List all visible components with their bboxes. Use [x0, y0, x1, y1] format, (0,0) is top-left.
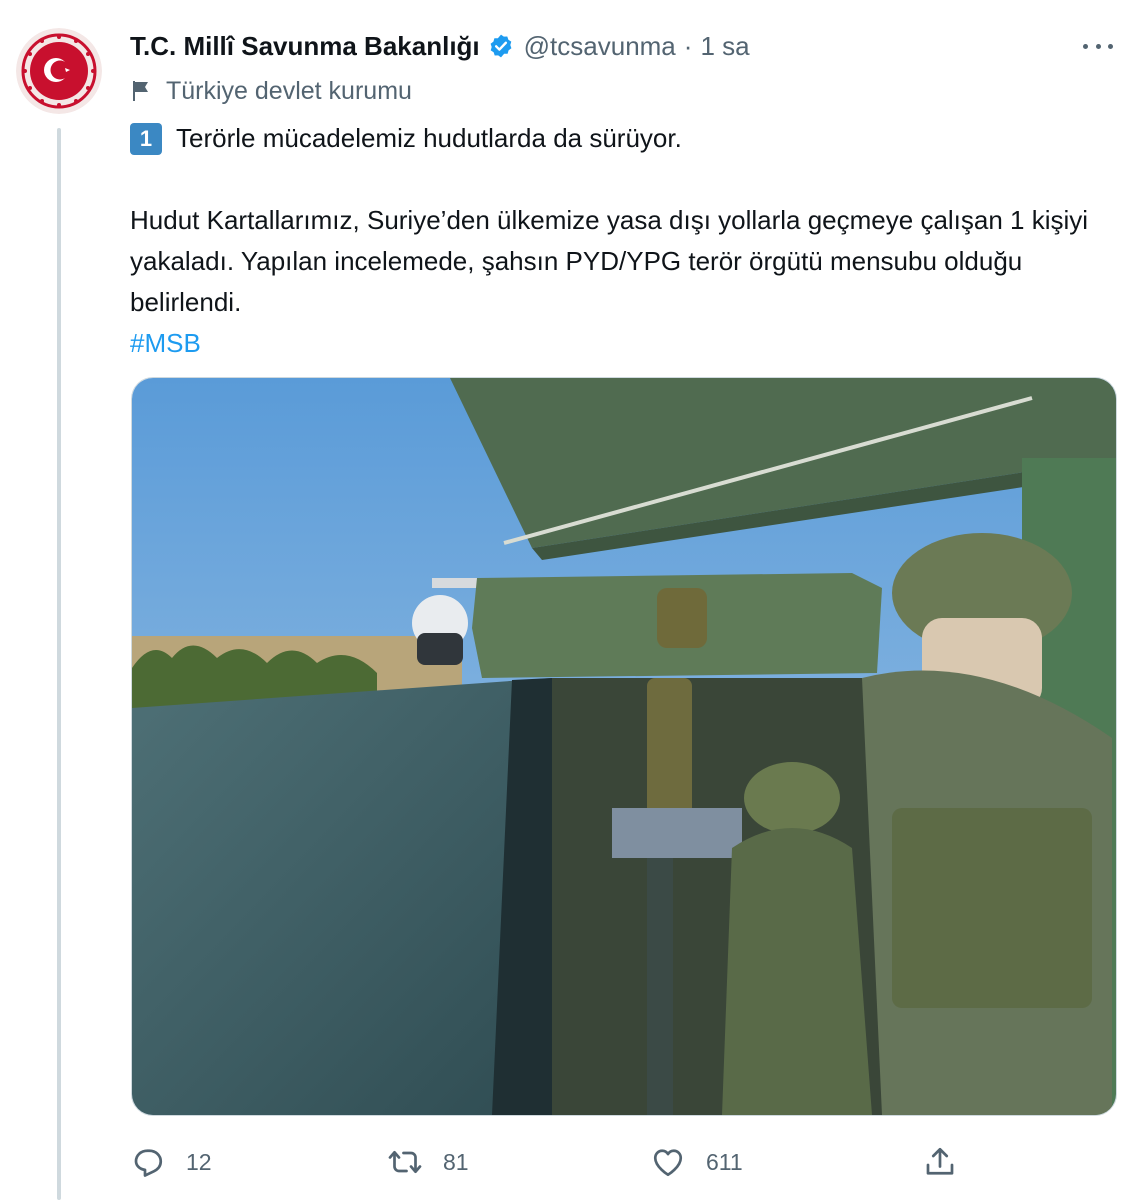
like-count: 611 [706, 1148, 743, 1175]
reply-button[interactable]: 12 [130, 1140, 212, 1184]
hashtag-link[interactable]: #MSB [130, 328, 201, 358]
flag-icon [133, 81, 148, 101]
retweet-count: 81 [443, 1148, 469, 1175]
avatar[interactable] [16, 28, 102, 114]
verified-badge-icon [490, 34, 512, 58]
tweet-text: 1 Terörle mücadelemiz hudutlarda da sürü… [130, 118, 1130, 364]
timestamp[interactable]: 1 sa [700, 31, 749, 62]
heart-icon [653, 1149, 683, 1177]
tweet-photo[interactable] [131, 377, 1117, 1116]
tweet-header: T.C. Millî Savunma Bakanlığı @tcsavunma … [130, 28, 750, 64]
thread-line [57, 128, 61, 1200]
account-label-text: Türkiye devlet kurumu [166, 76, 412, 105]
separator-dot: · [683, 30, 693, 61]
display-name[interactable]: T.C. Millî Savunma Bakanlığı [130, 31, 480, 62]
tweet-body: Hudut Kartallarımız, Suriye’den ülkemize… [130, 205, 1089, 317]
reply-count: 12 [186, 1148, 212, 1175]
more-options-icon[interactable] [1083, 36, 1113, 56]
ministry-emblem-icon [16, 28, 102, 114]
tweet-headline: Terörle mücadelemiz hudutlarda da sürüyo… [176, 123, 682, 153]
share-icon [926, 1147, 954, 1175]
retweet-button[interactable]: 81 [387, 1140, 469, 1184]
keycap-one-emoji: 1 [130, 122, 162, 155]
government-label: Türkiye devlet kurumu [130, 74, 412, 108]
like-button[interactable]: 611 [650, 1140, 743, 1184]
retweet-icon [388, 1150, 422, 1174]
share-button[interactable] [922, 1140, 958, 1184]
soldiers-observation-photo [132, 378, 1116, 1115]
tweet-actions: 12 81 611 [130, 1140, 1120, 1184]
user-handle[interactable]: @tcsavunma [524, 31, 676, 62]
reply-icon [134, 1149, 163, 1177]
